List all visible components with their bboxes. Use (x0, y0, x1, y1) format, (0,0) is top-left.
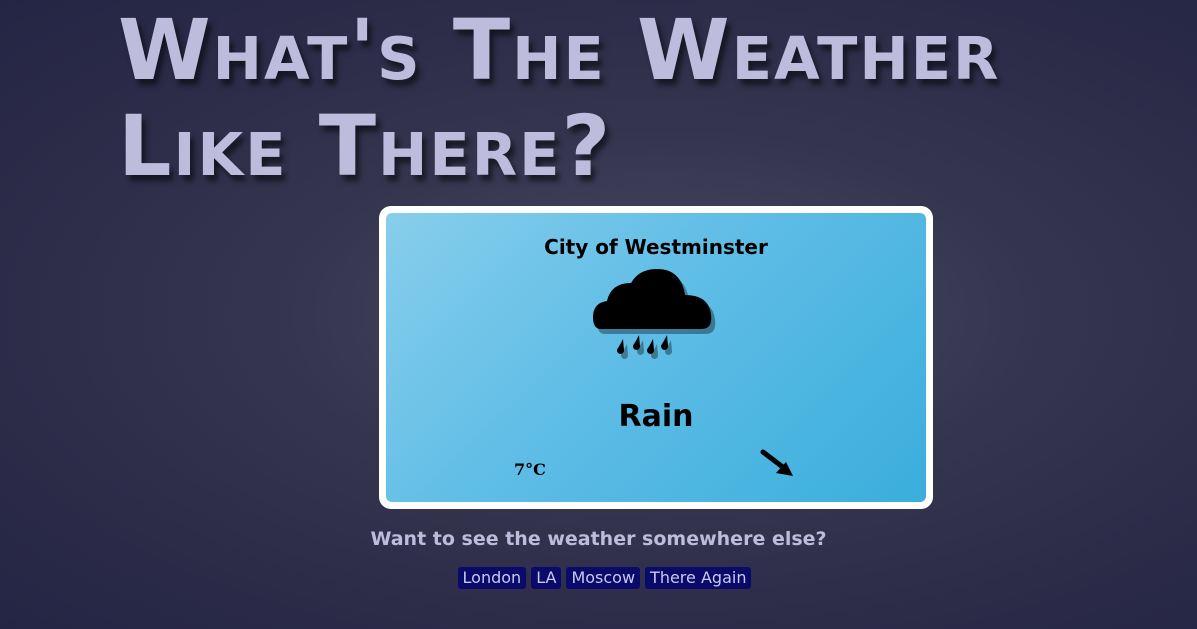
page-title: What's The Weather Like There? (118, 1, 1001, 195)
city-name: City of Westminster (544, 235, 768, 259)
rain-cloud-icon (593, 269, 716, 359)
city-link-moscow[interactable]: Moscow (566, 567, 641, 589)
city-links: London LA Moscow There Again (0, 567, 1197, 589)
temperature-value: 7°C (514, 460, 546, 479)
other-location-prompt: Want to see the weather somewhere else? (370, 528, 827, 550)
city-link-there-again[interactable]: There Again (645, 567, 752, 589)
weather-condition: Rain (618, 399, 694, 434)
wind-direction-arrow-icon (760, 449, 793, 476)
city-link-london[interactable]: London (457, 567, 527, 589)
weather-card-inner: City of Westminster Rain 7°C (386, 213, 926, 502)
weather-card: City of Westminster Rain 7°C (379, 206, 933, 509)
city-link-la[interactable]: LA (531, 567, 562, 589)
